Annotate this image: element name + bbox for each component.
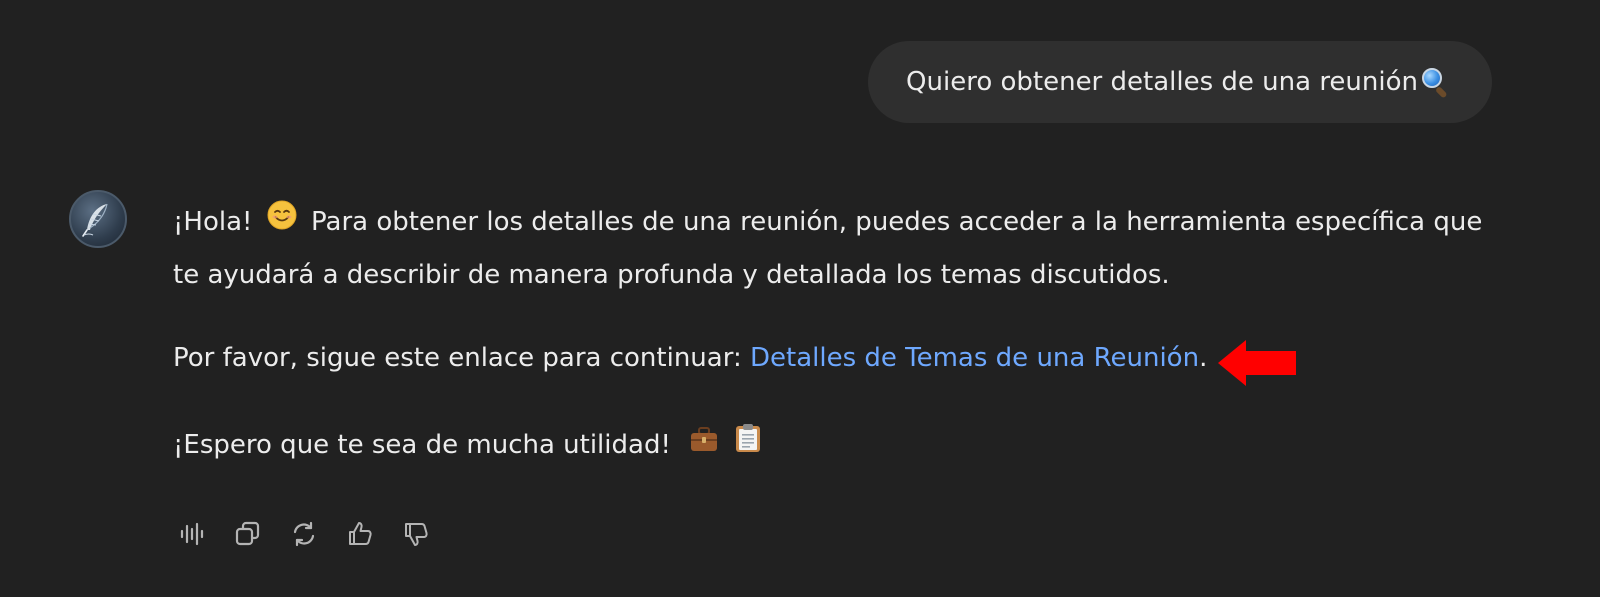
copy-icon	[235, 521, 260, 546]
message-action-bar	[176, 518, 432, 550]
briefcase-icon	[689, 419, 719, 472]
assistant-message: ¡Hola! Para obtener los detalles de una …	[173, 196, 1493, 472]
user-message-bubble: Quiero obtener detalles de una reunión	[868, 41, 1492, 123]
copy-button[interactable]	[232, 518, 264, 550]
thumbs-up-icon	[349, 522, 372, 545]
thumbs-down-icon	[405, 523, 428, 546]
user-message-text: Quiero obtener detalles de una reunión	[906, 67, 1418, 97]
chat-conversation: Quiero obtener detalles de una reunión ¡…	[0, 0, 1600, 597]
closing-text: ¡Espero que te sea de mucha utilidad!	[173, 430, 671, 460]
assistant-avatar	[69, 190, 127, 248]
clipboard-icon	[735, 419, 761, 472]
read-aloud-button[interactable]	[176, 518, 208, 550]
link-suffix-text: .	[1199, 343, 1208, 373]
link-prefix-text: Por favor, sigue este enlace para contin…	[173, 343, 742, 373]
thumbs-down-button[interactable]	[400, 518, 432, 550]
meeting-details-link[interactable]: Detalles de Temas de una Reunión	[750, 343, 1199, 373]
assistant-paragraph-1: ¡Hola! Para obtener los detalles de una …	[173, 196, 1493, 302]
user-message-row: Quiero obtener detalles de una reunión	[868, 41, 1492, 123]
read-aloud-icon	[180, 522, 204, 546]
quill-feather-icon	[82, 203, 108, 237]
red-arrow-annotation-icon	[1218, 340, 1296, 386]
regenerate-icon	[293, 521, 315, 547]
regenerate-button[interactable]	[288, 518, 320, 550]
paragraph-1-body: Para obtener los detalles de una reunión…	[173, 207, 1483, 290]
smiling-face-icon	[267, 196, 297, 249]
magnifying-glass-icon	[1420, 67, 1450, 99]
thumbs-up-button[interactable]	[344, 518, 376, 550]
assistant-paragraph-3: ¡Espero que te sea de mucha utilidad!	[173, 419, 1493, 472]
greeting-text: ¡Hola!	[173, 207, 253, 237]
